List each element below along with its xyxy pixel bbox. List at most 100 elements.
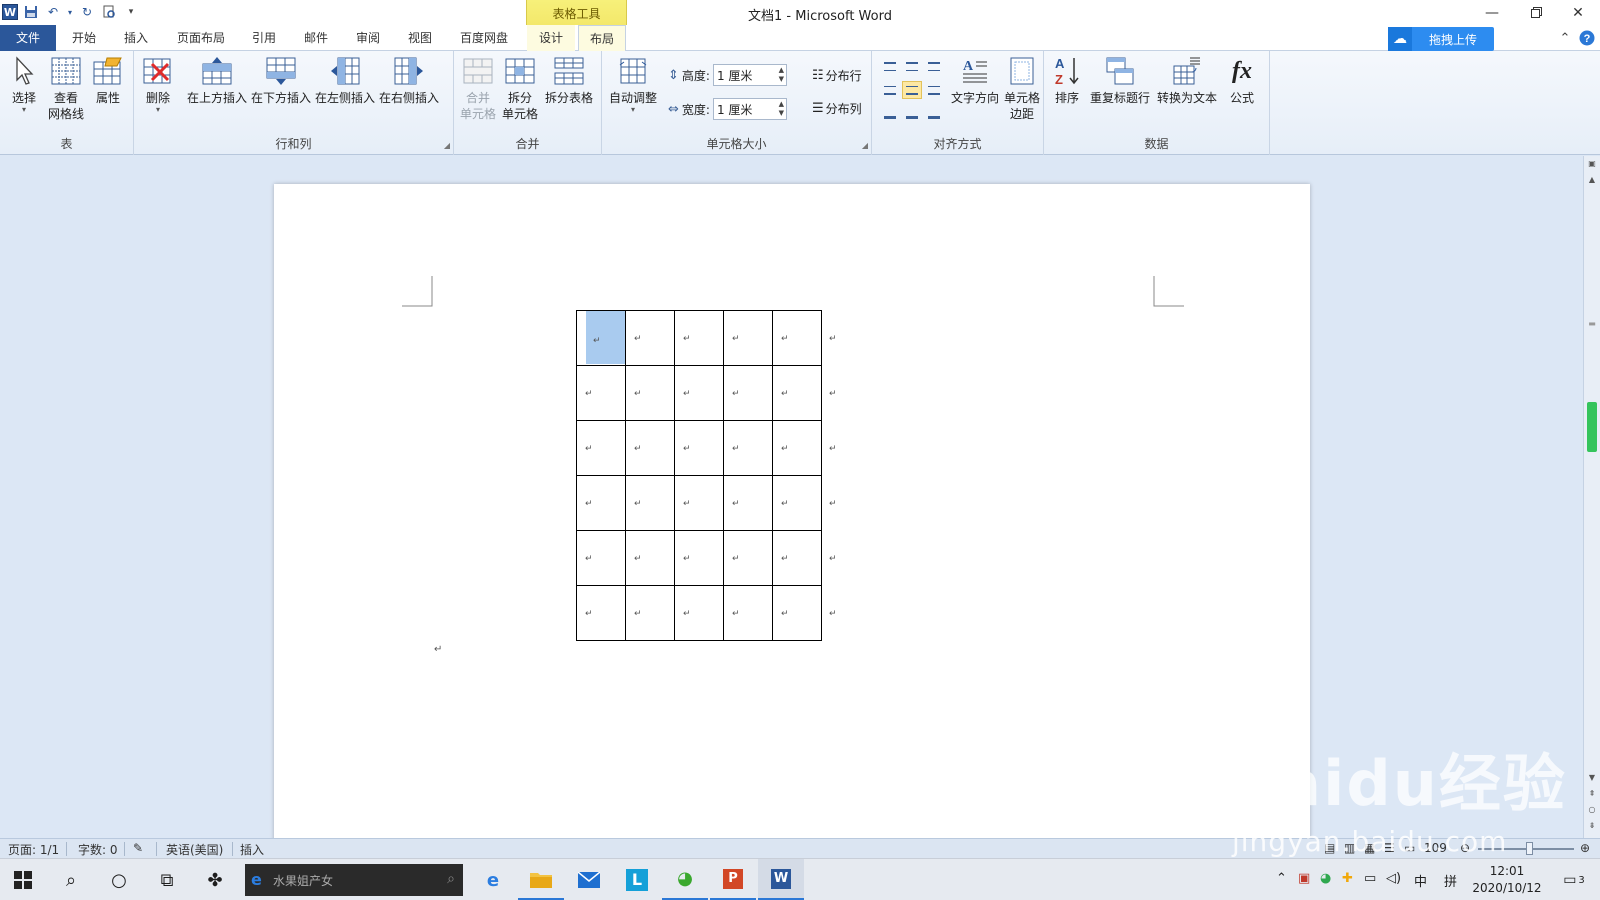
ime-mode-indicator[interactable]: 拼 <box>1444 871 1457 890</box>
text-direction-button[interactable]: A 文字方向 <box>948 54 1002 106</box>
table-cell[interactable]: ↵ <box>772 475 822 531</box>
redo-icon[interactable]: ↻ <box>78 3 96 21</box>
proofing-icon[interactable]: ✎ <box>133 841 143 855</box>
align-top-right-button[interactable] <box>924 57 944 75</box>
table-cell[interactable]: ↵ <box>674 310 724 366</box>
insert-above-button[interactable]: 在上方插入 <box>186 54 248 106</box>
tab-design[interactable]: 设计 <box>527 25 575 51</box>
file-explorer-icon[interactable] <box>518 859 564 900</box>
table-cell[interactable]: ↵ <box>723 530 773 586</box>
word-count[interactable]: 字数: 0 <box>78 841 118 858</box>
table-cell[interactable]: ↵ <box>576 365 626 421</box>
tab-view[interactable]: 视图 <box>400 25 440 51</box>
table-cell[interactable]: ↵ <box>625 475 675 531</box>
table-cell[interactable]: ↵ <box>625 365 675 421</box>
table-cell[interactable]: ↵ <box>625 585 675 641</box>
height-input[interactable]: 1 厘米 ▲ ▼ <box>712 64 787 86</box>
scroll-down-arrow-icon[interactable]: ▼ <box>1584 770 1600 784</box>
pinwheel-app-icon[interactable]: ✤ <box>192 859 238 900</box>
select-button[interactable]: 选择 ▾ <box>6 54 42 114</box>
view-gridlines-button[interactable]: 查看 网格线 <box>46 54 86 122</box>
dialog-launcher-icon[interactable]: ◢ <box>444 141 450 150</box>
minimize-icon[interactable]: — <box>1470 0 1514 25</box>
tab-insert[interactable]: 插入 <box>114 25 158 51</box>
spin-arrows-icon[interactable]: ▲ ▼ <box>779 100 784 118</box>
tab-review[interactable]: 审阅 <box>348 25 388 51</box>
tab-page-layout[interactable]: 页面布局 <box>170 25 232 51</box>
table-cell[interactable]: ↵ <box>723 585 773 641</box>
page-count[interactable]: 页面: 1/1 <box>8 841 59 858</box>
table-cell[interactable]: ↵ <box>723 420 773 476</box>
table-cell[interactable]: ↵ <box>674 585 724 641</box>
tab-baidu-netdisk[interactable]: 百度网盘 <box>452 25 516 51</box>
browser-icon[interactable]: ◕ <box>662 859 708 900</box>
browse-object-icon[interactable]: ○ <box>1584 802 1600 816</box>
start-icon[interactable] <box>0 859 46 900</box>
undo-dropdown-icon[interactable]: ▾ <box>66 3 74 21</box>
align-middle-center-button[interactable] <box>902 81 922 99</box>
table-cell[interactable]: ↵ <box>723 475 773 531</box>
mail-icon[interactable] <box>566 859 612 900</box>
l-app-icon[interactable]: L <box>614 859 660 900</box>
restore-icon[interactable] <box>1514 0 1558 25</box>
delete-button[interactable]: 删除 ▾ <box>142 54 174 114</box>
volume-icon[interactable]: ◁) <box>1386 871 1401 886</box>
properties-button[interactable]: 属性 <box>90 54 126 106</box>
cortana-icon[interactable]: ○ <box>96 859 142 900</box>
notifications-icon[interactable]: ▭ 3 <box>1552 859 1596 900</box>
table-cell[interactable]: ↵ <box>674 420 724 476</box>
collapse-ribbon-icon[interactable]: ⌃ <box>1556 29 1574 47</box>
table-cell[interactable]: ↵ <box>723 310 773 366</box>
word-logo-icon[interactable]: W <box>2 4 18 20</box>
table-cell[interactable]: ↵ <box>625 310 675 366</box>
sort-button[interactable]: AZ 排序 <box>1050 54 1084 106</box>
distribute-columns-button[interactable]: ☰ 分布列 <box>812 100 862 117</box>
tab-home[interactable]: 开始 <box>62 25 106 51</box>
search-icon[interactable]: ⌕ <box>48 859 94 900</box>
dialog-launcher-icon[interactable]: ◢ <box>862 141 868 150</box>
table-cell[interactable]: ↵ <box>772 420 822 476</box>
edge-icon[interactable]: e <box>470 859 516 900</box>
tab-layout[interactable]: 布局 <box>578 25 626 52</box>
align-bottom-left-button[interactable] <box>880 105 900 123</box>
word-icon[interactable]: W <box>758 859 804 900</box>
align-middle-left-button[interactable] <box>880 81 900 99</box>
spin-arrows-icon[interactable]: ▲ ▼ <box>779 66 784 84</box>
outline-view-icon[interactable]: ☰ <box>1384 841 1395 855</box>
table-cell[interactable]: ↵ <box>576 585 626 641</box>
repeat-header-rows-button[interactable]: 重复标题行 <box>1088 54 1152 106</box>
show-hidden-icons-icon[interactable]: ⌃ <box>1276 871 1287 886</box>
tab-references[interactable]: 引用 <box>244 25 284 51</box>
undo-icon[interactable]: ↶ <box>44 3 62 21</box>
network-icon[interactable]: ▭ <box>1364 871 1376 886</box>
table-cell-selected[interactable]: ↵ <box>576 310 626 366</box>
table-cell[interactable]: ↵ <box>772 530 822 586</box>
zoom-slider-thumb[interactable] <box>1526 842 1533 855</box>
table-cell[interactable]: ↵ <box>772 585 822 641</box>
split-table-button[interactable]: 拆分表格 <box>542 54 596 106</box>
tab-mailings[interactable]: 邮件 <box>296 25 336 51</box>
powerpoint-icon[interactable]: P <box>710 859 756 900</box>
customize-qat-icon[interactable]: ▾ <box>122 3 140 21</box>
insert-below-button[interactable]: 在下方插入 <box>250 54 312 106</box>
browser-tray-icon[interactable]: ◕ <box>1320 871 1331 886</box>
insert-left-button[interactable]: 在左侧插入 <box>314 54 376 106</box>
vertical-scrollbar[interactable]: ▣ ▲ ▬ ▼ ⇞ ○ ⇟ <box>1583 156 1600 838</box>
autofit-button[interactable]: 自动调整 ▾ <box>606 54 660 114</box>
insert-right-button[interactable]: 在右侧插入 <box>378 54 440 106</box>
shield-tray-icon[interactable]: ✚ <box>1342 871 1353 886</box>
split-cells-button[interactable]: 拆分 单元格 <box>500 54 540 122</box>
zoom-level[interactable]: 109 <box>1424 841 1447 855</box>
save-icon[interactable] <box>22 3 40 21</box>
table-cell[interactable]: ↵ <box>723 365 773 421</box>
width-input[interactable]: 1 厘米 ▲ ▼ <box>712 98 787 120</box>
draft-view-icon[interactable]: ▭ <box>1404 841 1415 855</box>
table-cell[interactable]: ↵ <box>625 420 675 476</box>
distribute-rows-button[interactable]: ☷ 分布行 <box>812 67 862 84</box>
security-tray-icon[interactable]: ▣ <box>1298 871 1310 886</box>
drag-upload-button[interactable]: ☁ 拖拽上传 <box>1388 27 1494 51</box>
align-middle-right-button[interactable] <box>924 81 944 99</box>
zoom-in-icon[interactable]: ⊕ <box>1580 841 1590 855</box>
language-indicator[interactable]: 英语(美国) <box>166 841 223 858</box>
print-preview-icon[interactable] <box>100 3 118 21</box>
